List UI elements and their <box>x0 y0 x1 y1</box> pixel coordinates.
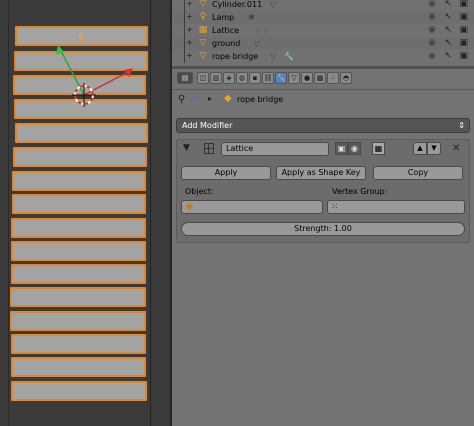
lattice-modifier-panel: ▼ Lattice ▣ ◉ ▦ ▲ ▼ ✕ Apply Apply as Sha… <box>176 139 470 243</box>
camera-icon[interactable]: ▣ <box>459 37 468 50</box>
lattice-modifier-icon <box>204 143 214 154</box>
outliner-label[interactable]: Lamp <box>212 12 234 23</box>
tab-modifiers[interactable]: 🔧 <box>275 72 287 84</box>
tree-line <box>184 11 185 24</box>
select-arrow-icon[interactable]: ↖ <box>444 50 452 63</box>
x-axis-line[interactable] <box>83 70 131 96</box>
object-icon: ◆ <box>186 202 193 212</box>
on-cage-toggle[interactable]: ▦ <box>372 142 385 155</box>
expand-icon[interactable]: + <box>186 26 194 34</box>
select-arrow-icon[interactable]: ↖ <box>444 24 452 37</box>
tree-line <box>184 50 185 63</box>
select-arrow-icon[interactable]: ↖ <box>444 0 452 11</box>
eye-icon[interactable]: ◉ <box>428 37 436 50</box>
updown-arrows-icon: ⇕ <box>458 121 465 130</box>
modifier-header: ▼ Lattice ▣ ◉ ▦ ▲ ▼ ✕ <box>177 140 469 160</box>
pin-icon[interactable]: ⚲ <box>178 94 185 105</box>
outliner-label[interactable]: rope bridge <box>212 51 258 62</box>
expand-icon[interactable]: + <box>186 0 194 8</box>
outliner-row-ground[interactable]: + ▽ ground ▽ ◉ ↖ ▣ <box>172 37 474 50</box>
mesh-data-icon: ▽ <box>270 0 277 9</box>
lamp-icon: ♀ <box>199 12 207 22</box>
tree-line <box>184 24 185 37</box>
close-icon[interactable]: ✕ <box>452 143 460 154</box>
camera-icon[interactable]: ▣ <box>459 50 468 63</box>
modifier-wrench-icon: 🔧 <box>284 52 294 61</box>
chevron-right-icon: ▸ <box>208 94 213 103</box>
tab-physics[interactable]: ◓ <box>340 72 352 84</box>
outliner-row-cylinder[interactable]: + ▽ Cylinder.011 ▽ ◉ ↖ ▣ <box>172 0 474 11</box>
vertex-group-icon: ⁙ <box>331 202 339 212</box>
object-label: Object: <box>185 187 214 196</box>
outliner[interactable]: + ▽ Cylinder.011 ▽ ◉ ↖ ▣ + ♀ Lamp ✺ ◉ ↖ … <box>172 0 474 66</box>
vertex-group-label: Vertex Group: <box>332 187 388 196</box>
breadcrumb-object-label: rope bridge <box>237 95 284 104</box>
eye-icon[interactable]: ◉ <box>428 50 436 63</box>
object-field[interactable]: ◆ <box>181 200 323 214</box>
mesh-object-icon: ▽ <box>199 38 207 48</box>
camera-icon[interactable]: ▣ <box>459 0 468 11</box>
tab-texture[interactable]: ▩ <box>314 72 326 84</box>
outliner-row-lattice[interactable]: + ▦ Lattice ⋮⋮ ◉ ↖ ▣ <box>172 24 474 37</box>
mesh-object-icon: ▽ <box>199 0 207 9</box>
move-down-button[interactable]: ▼ <box>427 142 441 155</box>
tab-constraints[interactable]: ⛓ <box>262 72 274 84</box>
transform-gizmo[interactable] <box>0 0 170 426</box>
tree-line <box>184 37 185 50</box>
strength-slider[interactable]: Strength: 1.00 <box>181 222 465 236</box>
outliner-label[interactable]: Cylinder.011 <box>212 0 262 10</box>
expand-icon[interactable]: + <box>186 52 194 60</box>
realtime-display-toggle[interactable]: ▣ <box>335 142 348 155</box>
scene-icon: ⬧ <box>192 94 197 104</box>
outliner-row-rope-bridge[interactable]: + ▽ rope bridge ▽ 🔧 ◉ ↖ ▣ <box>172 50 474 63</box>
y-axis-line[interactable] <box>60 50 85 96</box>
outliner-row-lamp[interactable]: + ♀ Lamp ✺ ◉ ↖ ▣ <box>172 11 474 24</box>
vertex-group-field[interactable]: ⁙ <box>327 200 465 214</box>
tree-line <box>184 0 185 11</box>
select-arrow-icon[interactable]: ↖ <box>444 11 452 24</box>
select-arrow-icon[interactable]: ↖ <box>444 37 452 50</box>
tab-render-layers[interactable]: ▥ <box>210 72 222 84</box>
collapse-arrow-icon[interactable]: ▼ <box>183 143 190 153</box>
copy-button[interactable]: Copy <box>373 166 463 180</box>
apply-button[interactable]: Apply <box>181 166 271 180</box>
apply-as-shape-key-button[interactable]: Apply as Shape Key <box>276 166 366 180</box>
lattice-icon: ▦ <box>198 25 208 35</box>
tab-render[interactable]: ◫ <box>197 72 209 84</box>
mesh-object-icon: ▽ <box>199 51 207 61</box>
eye-icon[interactable]: ◉ <box>428 24 436 37</box>
outliner-label[interactable]: ground <box>212 38 240 49</box>
object-icon: ◆ <box>224 93 232 104</box>
tab-scene[interactable]: ◈ <box>223 72 235 84</box>
camera-icon[interactable]: ▣ <box>459 11 468 24</box>
mesh-data-icon: ▽ <box>254 39 261 48</box>
add-modifier-label: Add Modifier <box>182 121 233 130</box>
add-modifier-dropdown[interactable]: Add Modifier ⇕ <box>176 118 470 133</box>
modifier-name-field[interactable]: Lattice <box>221 142 329 156</box>
editmode-display-toggle[interactable]: ◉ <box>348 142 361 155</box>
move-up-button[interactable]: ▲ <box>413 142 427 155</box>
properties-header: ▤ ◫ ▥ ◈ ◍ ▪ ⛓ 🔧 ▽ ● ▩ ⁘ ◓ <box>172 69 474 90</box>
tab-object[interactable]: ▪ <box>249 72 261 84</box>
outliner-label[interactable]: Lattice <box>212 25 239 36</box>
3d-viewport[interactable] <box>0 0 170 426</box>
origin-dot <box>78 34 84 40</box>
eye-icon[interactable]: ◉ <box>428 0 436 11</box>
breadcrumb: ⚲ ⬧ ▸ ◆ rope bridge <box>172 90 474 110</box>
x-axis-arrow[interactable] <box>124 68 133 77</box>
expand-icon[interactable]: + <box>186 39 194 47</box>
lamp-data-icon: ✺ <box>248 13 255 22</box>
tab-world[interactable]: ◍ <box>236 72 248 84</box>
lattice-data-icon: ⋮⋮ <box>254 26 270 35</box>
camera-icon[interactable]: ▣ <box>459 24 468 37</box>
tab-data[interactable]: ▽ <box>288 72 300 84</box>
tab-particles[interactable]: ⁘ <box>327 72 339 84</box>
editor-type-icon[interactable]: ▤ <box>177 72 193 84</box>
eye-icon[interactable]: ◉ <box>428 11 436 24</box>
mesh-data-icon: ▽ <box>270 52 277 61</box>
tab-material[interactable]: ● <box>301 72 313 84</box>
expand-icon[interactable]: + <box>186 13 194 21</box>
